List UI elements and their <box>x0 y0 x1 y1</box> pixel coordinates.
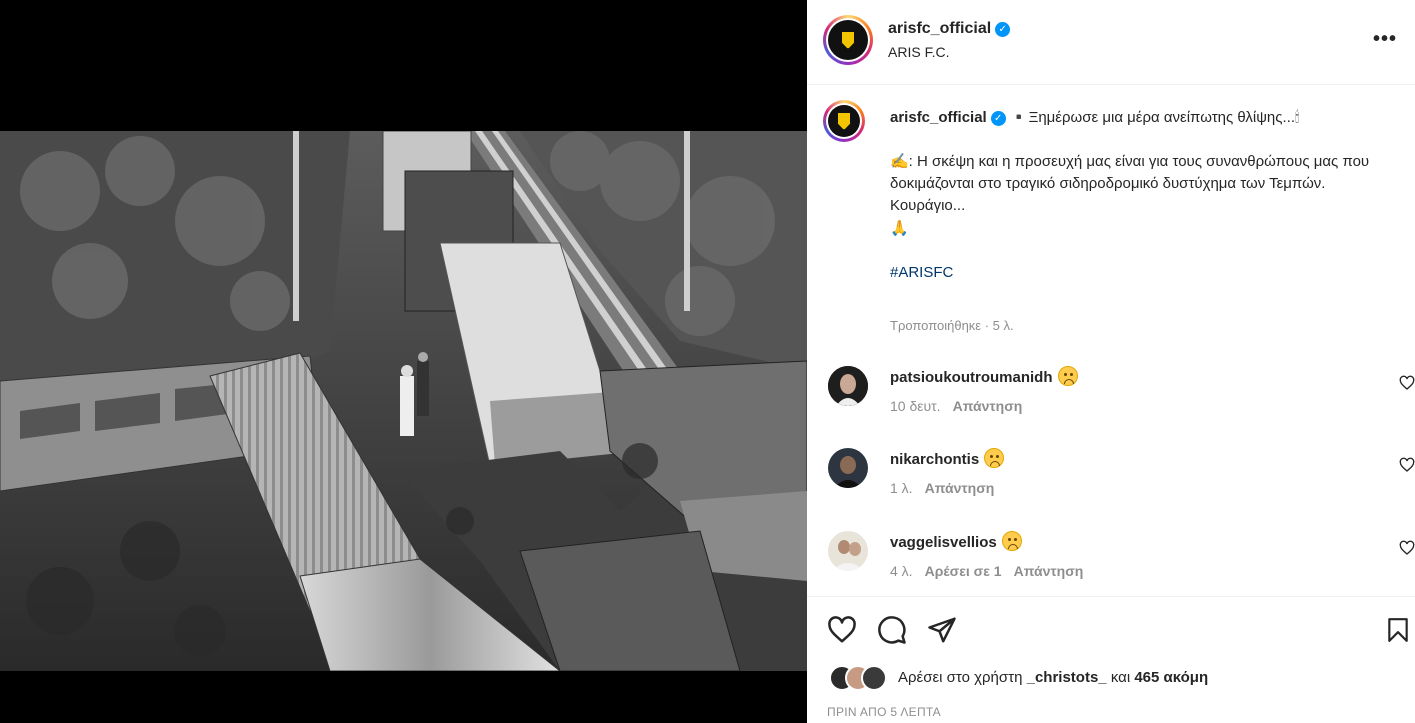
commenter-avatar[interactable] <box>828 448 868 488</box>
likes-summary: Αρέσει στο χρήστη _christots_ και 465 ακ… <box>829 665 1399 691</box>
aris-shield-icon <box>841 31 855 49</box>
comment-item: nikarchontis 1 λ. Απάντηση <box>807 448 1415 520</box>
comment-icon[interactable] <box>877 615 907 645</box>
avatar-photo <box>828 366 868 406</box>
edited-label: Τροποποιήθηκε · 5 λ. <box>890 318 1014 333</box>
post-detail-panel: arisfc_official ✓ ARIS F.C. ••• arisfc_of… <box>807 0 1415 723</box>
comment-time: 4 λ. <box>890 563 913 579</box>
post-timestamp[interactable]: ΠΡΙΝ ΑΠΟ 5 ΛΕΠΤΑ <box>827 705 941 719</box>
liker-avatar <box>861 665 887 691</box>
caption-first-line: arisfc_official ✓ ▪️Ξημέρωσε μια μέρα ανε… <box>890 107 1395 129</box>
post-actions-bar: Αρέσει στο χρήστη _christots_ και 465 ακ… <box>807 596 1415 723</box>
likes-conjunction: και <box>1110 669 1131 686</box>
post-photo-train-wreck[interactable] <box>0 131 807 671</box>
likes-text: Αρέσει στο χρήστη _christots_ και 465 ακ… <box>898 669 1208 686</box>
comment-username[interactable]: patsioukoutroumanidh <box>890 369 1053 386</box>
caption-title: ▪️Ξημέρωσε μια μέρα ανείπωτης θλίψης...🕯 <box>1009 109 1300 126</box>
comment-likes-count[interactable]: Αρέσει σε 1 <box>925 563 1002 579</box>
sad-face-emoji-icon <box>1057 366 1078 386</box>
avatar-photo <box>828 448 868 488</box>
likes-more-count[interactable]: 465 ακόμη <box>1134 669 1208 686</box>
more-options-icon[interactable]: ••• <box>1373 28 1397 51</box>
caption-line-3: Κουράγιο... <box>890 197 966 214</box>
post-media-pane <box>0 0 807 723</box>
caption-username[interactable]: arisfc_official <box>890 109 987 126</box>
caption-and-comments: arisfc_official ✓ ▪️Ξημέρωσε μια μέρα ανε… <box>807 86 1415 596</box>
comment-like-heart-icon[interactable] <box>1399 457 1415 473</box>
reply-button[interactable]: Απάντηση <box>1014 563 1084 579</box>
reply-button[interactable]: Απάντηση <box>953 398 1023 414</box>
hashtag-link[interactable]: #ARISFC <box>890 264 953 281</box>
author-display-name[interactable]: ARIS F.C. <box>888 44 949 60</box>
commenter-avatar[interactable] <box>828 366 868 406</box>
comment-item: vaggelisvellios 4 λ. Αρέσει σε 1 Απάντηση <box>807 531 1415 596</box>
train-wreck-image <box>0 131 807 671</box>
verified-badge-icon: ✓ <box>990 111 1006 126</box>
header-username-row: arisfc_official ✓ <box>888 20 1011 38</box>
sad-face-emoji-icon <box>1001 531 1022 551</box>
post-caption: arisfc_official ✓ ▪️Ξημέρωσε μια μέρα ανε… <box>890 107 1395 284</box>
comment-like-heart-icon[interactable] <box>1399 375 1415 391</box>
heart-icon[interactable] <box>827 615 857 645</box>
commenter-avatar[interactable] <box>828 531 868 571</box>
comment-item: patsioukoutroumanidh 10 δευτ. Απάντηση <box>807 366 1415 438</box>
comment-time: 1 λ. <box>890 480 913 496</box>
comment-like-heart-icon[interactable] <box>1399 540 1415 556</box>
avatar-photo <box>828 531 868 571</box>
aris-shield-icon <box>837 112 851 130</box>
comment-username[interactable]: vaggelisvellios <box>890 534 997 551</box>
caption-body: ✍️: Η σκέψη και η προσευχή μας είναι για… <box>890 153 1370 192</box>
likes-prefix: Αρέσει στο χρήστη <box>898 669 1023 686</box>
reply-button[interactable]: Απάντηση <box>925 480 995 496</box>
comment-time: 10 δευτ. <box>890 398 941 414</box>
author-username[interactable]: arisfc_official <box>888 20 991 37</box>
verified-badge-icon: ✓ <box>995 22 1011 37</box>
author-avatar[interactable] <box>823 15 873 65</box>
liker-username[interactable]: _christots_ <box>1027 669 1107 686</box>
caption-line-4: 🙏 <box>890 219 909 237</box>
send-icon[interactable] <box>927 615 957 645</box>
bookmark-icon[interactable] <box>1385 615 1411 645</box>
comment-username[interactable]: nikarchontis <box>890 451 979 468</box>
post-header: arisfc_official ✓ ARIS F.C. ••• <box>807 0 1415 85</box>
sad-face-emoji-icon <box>984 448 1005 468</box>
caption-author-avatar[interactable] <box>823 100 865 142</box>
